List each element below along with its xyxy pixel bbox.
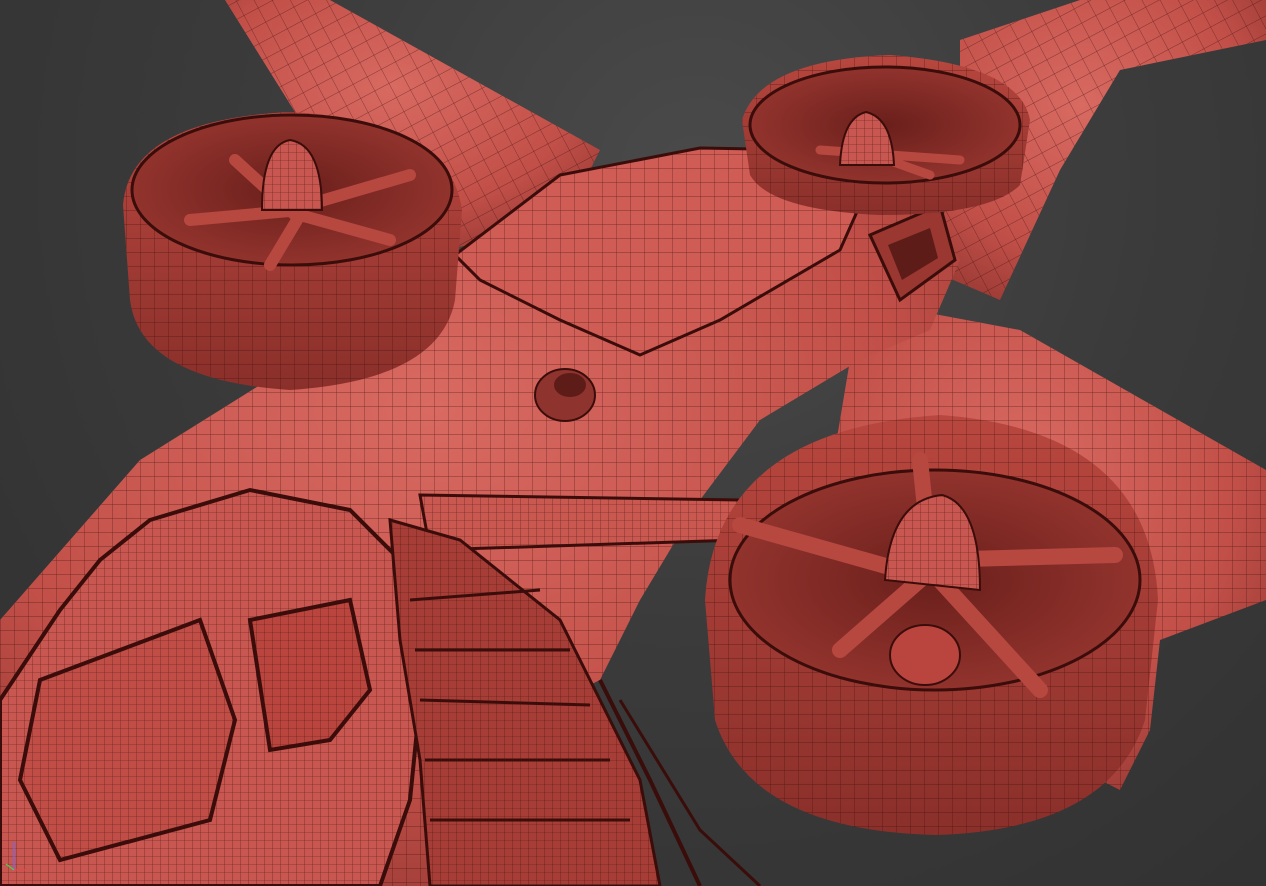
ducted-fan-front-right[interactable] <box>742 55 1030 215</box>
ducted-fan-rear-right[interactable] <box>705 415 1158 835</box>
wireframe-aircraft-render[interactable] <box>0 0 1266 886</box>
axis-gizmo-icon <box>5 842 26 871</box>
air-intake <box>534 368 596 422</box>
ducted-fan-front-left[interactable] <box>123 112 462 390</box>
3d-viewport[interactable] <box>0 0 1266 886</box>
side-door[interactable] <box>418 493 742 552</box>
